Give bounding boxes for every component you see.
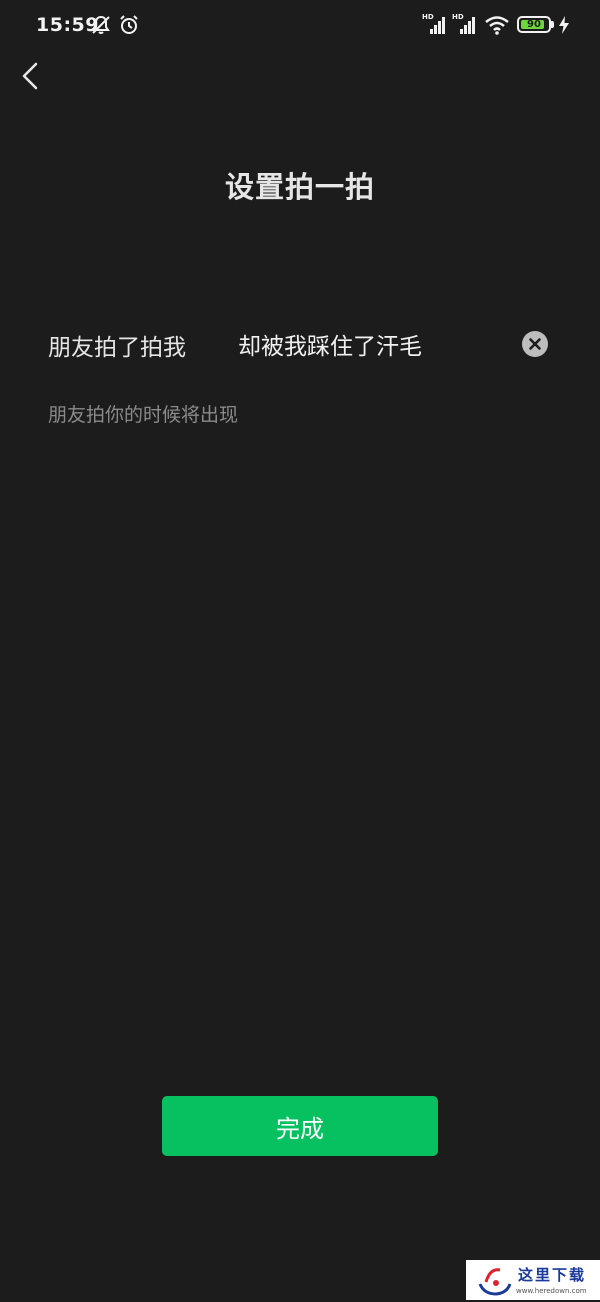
battery-cap xyxy=(551,21,554,28)
chevron-left-icon xyxy=(14,62,50,100)
watermark-logo-icon xyxy=(474,1264,514,1298)
clear-circle-icon xyxy=(522,338,548,361)
watermark-text: 这里下载 xyxy=(518,1266,587,1284)
watermark: 这里下载 www.heredown.com xyxy=(466,1260,600,1300)
battery-icon: 90 xyxy=(517,16,551,33)
mute-icon xyxy=(90,14,112,40)
pat-prefix-label: 朋友拍了拍我 xyxy=(48,335,186,361)
page-title: 设置拍一拍 xyxy=(224,170,375,204)
back-button[interactable] xyxy=(14,56,50,96)
hint-text: 朋友拍你的时候将出现 xyxy=(48,404,239,426)
battery-percent: 90 xyxy=(527,19,541,30)
pat-setting-row: 朋友拍了拍我 xyxy=(48,322,552,366)
wifi-icon xyxy=(484,14,510,40)
watermark-url: www.heredown.com xyxy=(516,1287,587,1295)
signal-icon: HD xyxy=(452,14,476,36)
status-bar: 15:59 HD HD 90 xyxy=(0,0,600,52)
charging-icon xyxy=(558,16,570,38)
done-button[interactable]: 完成 xyxy=(162,1096,438,1156)
signal-icon: HD xyxy=(422,14,446,36)
clear-button[interactable] xyxy=(522,331,548,357)
alarm-icon xyxy=(118,14,140,40)
pat-suffix-input[interactable] xyxy=(238,322,508,366)
